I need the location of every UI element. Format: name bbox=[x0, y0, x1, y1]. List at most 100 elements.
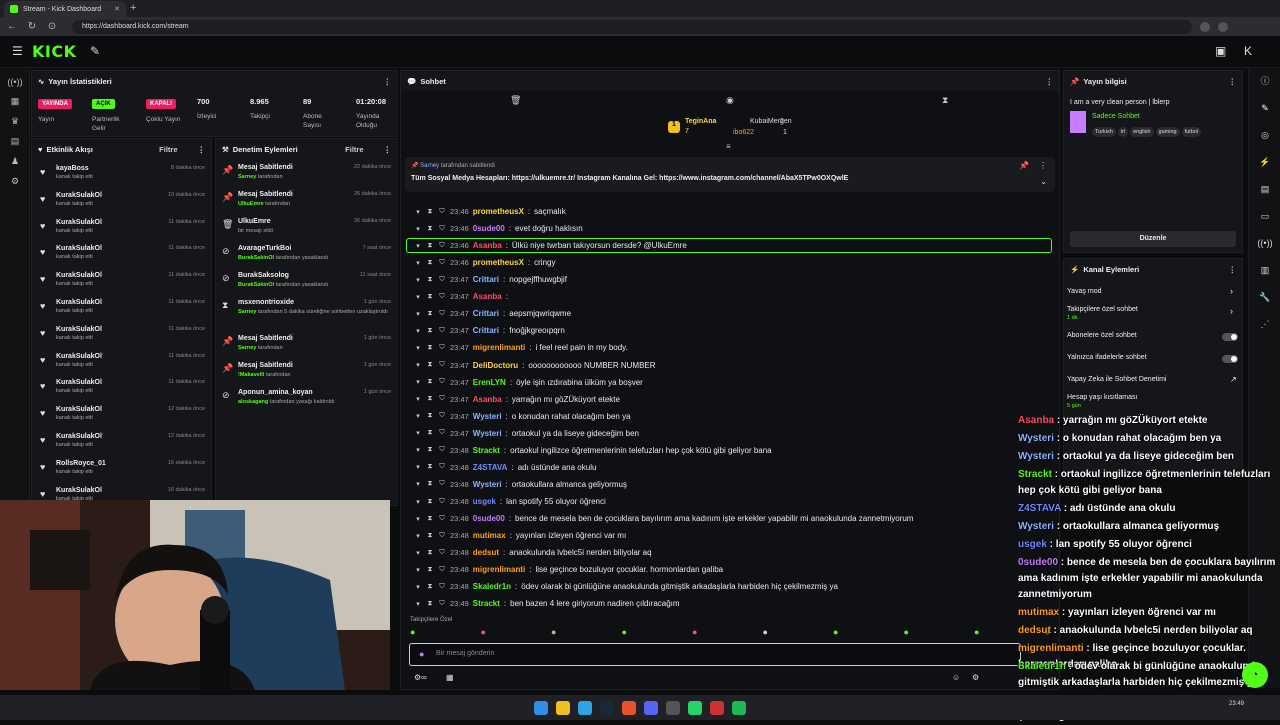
message-username[interactable]: usgek bbox=[473, 497, 496, 506]
shield-icon[interactable]: ⛉ bbox=[438, 549, 446, 557]
chat-message[interactable]: ▾ ⧗ ⛉ 23:48 Skaledr1n: ödev olarak bi günlüğü… bbox=[414, 579, 838, 594]
chat-message[interactable]: ▾ ⧗ ⛉ 23:47 Wysteri: o konudan rahat olacağım… bbox=[414, 409, 630, 424]
kick-app-icon[interactable]: K bbox=[1244, 44, 1252, 58]
chat-icon[interactable]: ◉ bbox=[726, 95, 734, 106]
chevron-right-icon[interactable]: › bbox=[1230, 306, 1233, 316]
pin-message-icon[interactable]: ▾ bbox=[414, 225, 422, 233]
timeout-icon[interactable]: ⧗ bbox=[426, 225, 434, 233]
moderation-filter-button[interactable]: Filtre bbox=[345, 145, 363, 154]
activity-item[interactable]: ♥ KurakSulakOl kanalı takip etti 11 dakika … bbox=[32, 347, 211, 374]
pin-message-icon[interactable]: ▾ bbox=[414, 583, 422, 591]
timeout-icon[interactable]: ⧗ bbox=[426, 361, 434, 369]
chat-message[interactable]: ▾ ⧗ ⛉ 23:47 Crittari: fnoğjkgreoıpqrn bbox=[414, 323, 565, 338]
shield-icon[interactable]: ⛉ bbox=[438, 583, 446, 591]
shield-icon[interactable]: ⛉ bbox=[438, 600, 446, 608]
spotify-icon[interactable] bbox=[732, 700, 746, 715]
shield-icon[interactable]: ⛉ bbox=[438, 446, 446, 454]
pin-message-icon[interactable]: ▾ bbox=[414, 361, 422, 369]
activity-item[interactable]: ♥ kayaBoss kanalı takip etti 8 dakika önce bbox=[32, 159, 211, 186]
chat-message[interactable]: ▾ ⧗ ⛉ 23:46 prometheusX: cringy bbox=[414, 255, 555, 270]
activity-item[interactable]: ♥ KurakSulakOl kanalı takip etti 11 dakika … bbox=[32, 293, 211, 320]
account-age-item[interactable]: Hesap yaşı kısıtlaması bbox=[1067, 394, 1137, 401]
message-username[interactable]: Crittari bbox=[473, 275, 499, 284]
pin-message-icon[interactable]: ▾ bbox=[414, 429, 422, 437]
pin-message-icon[interactable]: ▾ bbox=[414, 310, 422, 318]
activity-filter-button[interactable]: Filtre bbox=[159, 145, 177, 154]
steam-icon[interactable] bbox=[600, 700, 614, 715]
emote-icon[interactable]: ● bbox=[763, 627, 768, 639]
timeout-icon[interactable]: ⧗ bbox=[426, 310, 434, 318]
chat-message[interactable]: ▾ ⧗ ⛉ 23:47 Crittari: nopgejffhuwgbjif bbox=[414, 272, 567, 287]
reload-icon[interactable]: ↻ bbox=[26, 21, 38, 32]
activity-more-icon[interactable]: ⋮ bbox=[198, 145, 206, 154]
emote-icon[interactable]: ● bbox=[622, 627, 627, 639]
stream-preview-icon[interactable]: ▣ bbox=[1215, 44, 1226, 58]
actions-more-icon[interactable]: ⋮ bbox=[1229, 265, 1237, 274]
message-username[interactable]: Wysteri bbox=[473, 412, 502, 421]
moderation-item[interactable]: ⊘ AvarageTurkBoi BurakSakinOl tarafından y… bbox=[216, 240, 397, 267]
message-username[interactable]: Strackt bbox=[473, 446, 500, 455]
subscribers-only-toggle[interactable] bbox=[1222, 333, 1238, 341]
chat-message[interactable]: ▾ ⧗ ⛉ 23:48 usgek: lan spotify 55 oluyor öğre… bbox=[414, 494, 606, 509]
community-nav-icon[interactable]: ♟ bbox=[0, 156, 30, 167]
settings-nav-icon[interactable]: ⚙ bbox=[0, 176, 30, 187]
timeout-icon[interactable]: ⧗ bbox=[426, 242, 434, 250]
chat-message[interactable]: ▾ ⧗ ⛉ 23:47 DeliDoctoru: oooooooooooo NUMBER … bbox=[414, 358, 655, 373]
shield-icon[interactable]: ⛉ bbox=[438, 242, 446, 250]
pin-message-icon[interactable]: ▾ bbox=[414, 600, 422, 608]
message-username[interactable]: mutimax bbox=[473, 531, 506, 540]
kick-logo[interactable]: KICK bbox=[32, 42, 77, 61]
folder-icon[interactable] bbox=[556, 700, 570, 715]
chat-message[interactable]: ▾ ⧗ ⛉ 23:48 0sude00: bence de mesela ben de ç… bbox=[414, 511, 913, 526]
message-username[interactable]: Asanba bbox=[473, 241, 502, 250]
browser-icon[interactable] bbox=[622, 700, 636, 715]
dashboard-nav-icon[interactable]: ▦ bbox=[0, 96, 30, 107]
activity-item[interactable]: ♥ RollsRoyce_01 kanalı takip etti 16 dakika… bbox=[32, 454, 211, 481]
chat-message[interactable]: ▾ ⧗ ⛉ 23:47 ErenLYN: öyle işin ızdırabina ülk… bbox=[414, 375, 643, 390]
pinned-text[interactable]: Tüm Sosyal Medya Hesapları: https://ulku… bbox=[411, 175, 848, 182]
app-icon[interactable] bbox=[710, 700, 724, 715]
timeout-icon[interactable]: ⧗ bbox=[426, 259, 434, 267]
chat-message[interactable]: ▾ ⧗ ⛉ 23:47 Asanba: yarrağın mı göZÜküyort et… bbox=[414, 392, 620, 407]
message-username[interactable]: Wysteri bbox=[473, 480, 502, 489]
activity-item[interactable]: ♥ KurakSulakOl kanalı takip etti 11 dakika … bbox=[32, 373, 211, 400]
info-more-icon[interactable]: ⋮ bbox=[1229, 77, 1237, 86]
pin-message-icon[interactable]: ▾ bbox=[414, 498, 422, 506]
chevron-right-icon[interactable]: › bbox=[1230, 286, 1233, 296]
moderator-name[interactable]: BurakSakinOl bbox=[238, 282, 274, 288]
chat-message[interactable]: ▾ ⧗ ⛉ 23:47 Crittari: aepsmjqwriqwme bbox=[414, 306, 571, 321]
trash-icon[interactable]: 🗑 bbox=[510, 95, 521, 106]
timeout-icon[interactable]: ⧗ bbox=[426, 378, 434, 386]
message-username[interactable]: migrenlimanti bbox=[473, 343, 525, 352]
timeout-icon[interactable]: ⧗ bbox=[426, 327, 434, 335]
shield-icon[interactable]: ⛉ bbox=[438, 293, 446, 301]
expand-icon[interactable]: ≡ bbox=[726, 142, 731, 151]
chat-message[interactable]: ▾ ⧗ ⛉ 23:48 migrenlimanti: lise geçince bozul… bbox=[414, 562, 723, 577]
settings-icon[interactable]: ⚙ bbox=[972, 673, 979, 682]
edit-icon[interactable]: ✎ bbox=[1249, 95, 1280, 122]
extension-icon[interactable] bbox=[1200, 21, 1210, 32]
flash-icon[interactable]: ⚡ bbox=[1249, 149, 1280, 176]
timeout-icon[interactable]: ⧗ bbox=[426, 463, 434, 471]
pin-message-icon[interactable]: ▾ bbox=[414, 276, 422, 284]
message-username[interactable]: Z4STAVA bbox=[473, 463, 508, 472]
shield-icon[interactable]: ⛉ bbox=[438, 429, 446, 437]
stats-nav-icon[interactable]: ▤ bbox=[0, 136, 30, 147]
pin-message-icon[interactable]: ▾ bbox=[414, 208, 422, 216]
shield-icon[interactable]: ⛉ bbox=[438, 310, 446, 318]
moderator-name[interactable]: BurakSakinOl bbox=[238, 255, 274, 261]
emote-icon[interactable]: ● bbox=[833, 627, 838, 639]
document-icon[interactable]: ▤ bbox=[1249, 176, 1280, 203]
pin-message-icon[interactable]: ▾ bbox=[414, 242, 422, 250]
activity-item[interactable]: ♥ KurakSulakOl kanalı takip etti 11 dakika … bbox=[32, 320, 211, 347]
message-username[interactable]: Crittari bbox=[473, 326, 499, 335]
ai-moderation-item[interactable]: Yapay Zeka ile Sohbet Denetimi bbox=[1067, 376, 1166, 383]
timeout-icon[interactable]: ⧗ bbox=[426, 515, 434, 523]
pin-message-icon[interactable]: ▾ bbox=[414, 412, 422, 420]
timeout-icon[interactable]: ⧗ bbox=[426, 532, 434, 540]
subscribers-only-item[interactable]: Abonelere özel sohbet bbox=[1067, 332, 1137, 339]
pin-message-icon[interactable]: ▾ bbox=[414, 480, 422, 488]
stream-nav-icon[interactable]: ((•)) bbox=[0, 77, 30, 87]
app-icon[interactable] bbox=[666, 700, 680, 715]
message-username[interactable]: 0sude00 bbox=[473, 224, 505, 233]
